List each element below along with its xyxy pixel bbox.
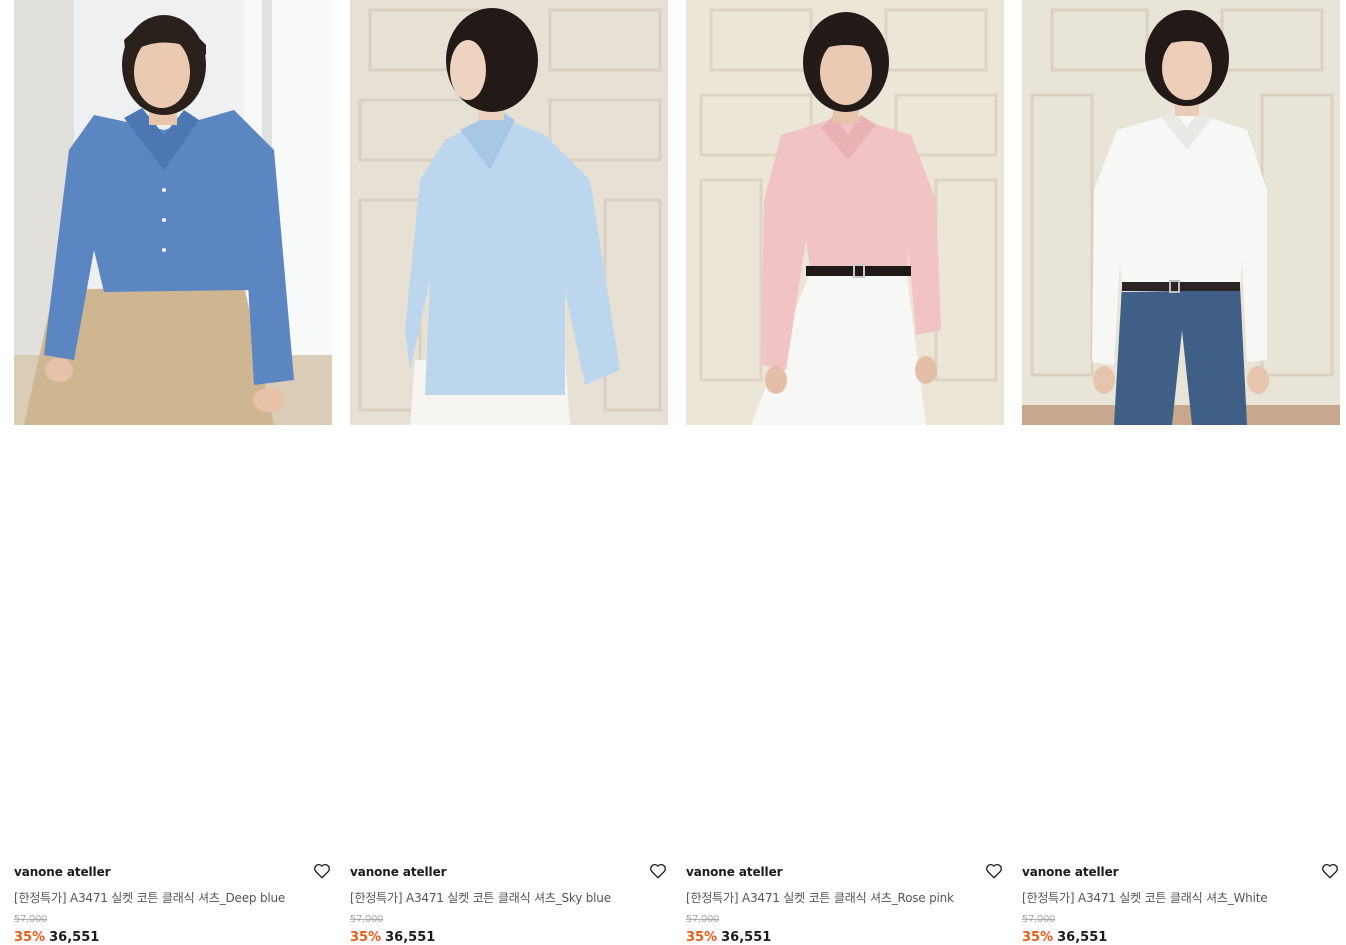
product-image[interactable]	[14, 0, 332, 425]
brand-name[interactable]: vanone ateller	[350, 865, 447, 879]
product-name[interactable]: [한정특가] A3471 실켓 코튼 클래식 셔츠_Sky blue	[350, 889, 611, 906]
sale-price: 36,551	[721, 930, 772, 945]
original-price: 57,000	[1022, 914, 1056, 925]
product-card[interactable]: vanone ateller [한정특가] A3471 실켓 코튼 클래식 셔츠…	[350, 0, 668, 945]
sale-price: 36,551	[1057, 930, 1108, 945]
price-row: 35% 36,551	[14, 930, 99, 945]
price-row: 35% 36,551	[1022, 930, 1107, 945]
heart-outline-icon[interactable]	[313, 862, 331, 880]
product-image[interactable]	[1022, 0, 1340, 425]
product-image[interactable]	[686, 0, 1004, 425]
heart-outline-icon[interactable]	[649, 862, 667, 880]
product-card[interactable]: vanone ateller [한정특가] A3471 실켓 코튼 클래식 셔츠…	[686, 0, 1004, 945]
brand-name[interactable]: vanone ateller	[14, 865, 111, 879]
discount-rate: 35%	[686, 930, 718, 945]
product-name[interactable]: [한정특가] A3471 실켓 코튼 클래식 셔츠_White	[1022, 889, 1268, 906]
price-row: 35% 36,551	[686, 930, 771, 945]
product-card[interactable]: vanone ateller [한정특가] A3471 실켓 코튼 클래식 셔츠…	[14, 0, 332, 945]
heart-outline-icon[interactable]	[985, 862, 1003, 880]
product-card[interactable]: vanone ateller [한정특가] A3471 실켓 코튼 클래식 셔츠…	[1022, 0, 1340, 945]
product-name[interactable]: [한정특가] A3471 실켓 코튼 클래식 셔츠_Deep blue	[14, 889, 285, 906]
discount-rate: 35%	[14, 930, 46, 945]
product-grid: vanone ateller [한정특가] A3471 실켓 코튼 클래식 셔츠…	[0, 0, 1346, 945]
sale-price: 36,551	[385, 930, 436, 945]
discount-rate: 35%	[1022, 930, 1054, 945]
original-price: 57,000	[350, 914, 384, 925]
original-price: 57,000	[14, 914, 48, 925]
brand-name[interactable]: vanone ateller	[686, 865, 783, 879]
brand-name[interactable]: vanone ateller	[1022, 865, 1119, 879]
heart-outline-icon[interactable]	[1321, 862, 1339, 880]
price-row: 35% 36,551	[350, 930, 435, 945]
original-price: 57,000	[686, 914, 720, 925]
product-name[interactable]: [한정특가] A3471 실켓 코튼 클래식 셔츠_Rose pink	[686, 889, 954, 906]
product-image[interactable]	[350, 0, 668, 425]
discount-rate: 35%	[350, 930, 382, 945]
sale-price: 36,551	[49, 930, 100, 945]
